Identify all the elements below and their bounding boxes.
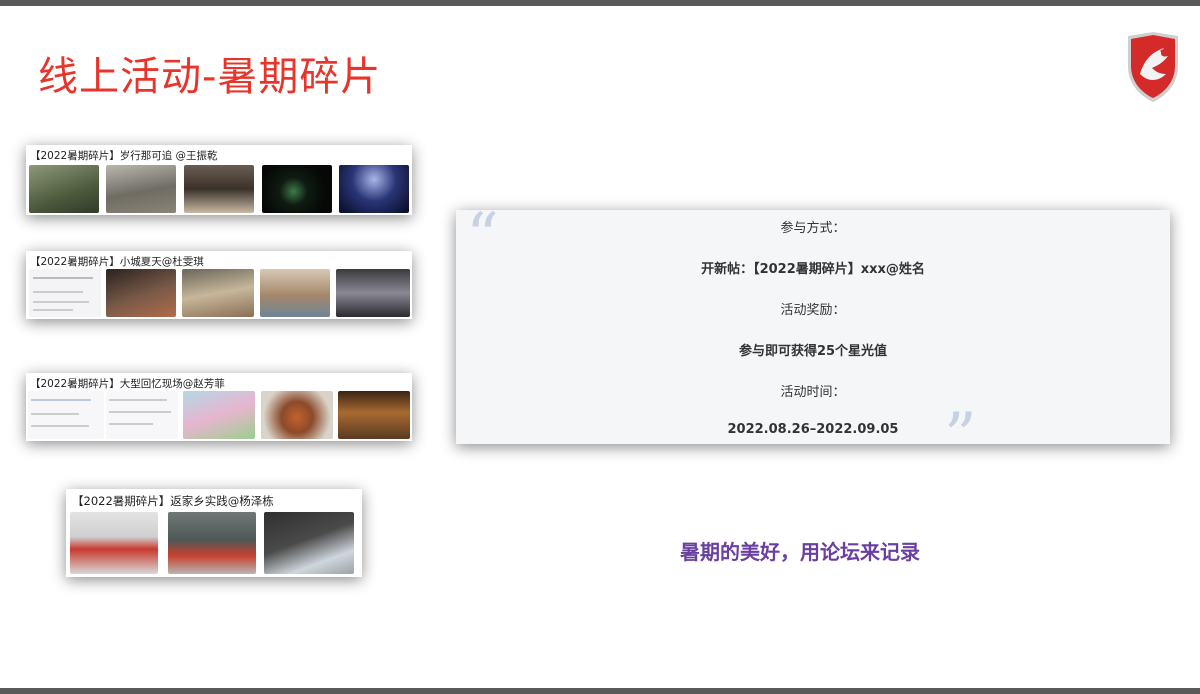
photo-thumbnail <box>183 391 255 439</box>
post-card-3[interactable]: 【2022暑期碎片】大型回忆现场@赵芳菲 <box>26 373 412 441</box>
participation-heading: 参与方式： <box>780 221 846 236</box>
photo-thumbnail <box>184 165 254 213</box>
close-quote-icon: ” <box>944 400 977 474</box>
dragon-shield-icon <box>1128 32 1178 102</box>
photo-thumbnail <box>336 269 410 317</box>
post-card-4[interactable]: 【2022暑期碎片】返家乡实践@杨泽栋 <box>66 489 362 577</box>
post-card-title: 【2022暑期碎片】岁行那可追 @王振乾 <box>30 150 218 162</box>
photo-thumbnail <box>70 512 158 574</box>
screenshot-thumbnail <box>28 391 104 439</box>
photo-thumbnail <box>261 391 333 439</box>
post-card-title: 【2022暑期碎片】小城夏天@杜雯琪 <box>30 256 204 268</box>
post-card-2[interactable]: 【2022暑期碎片】小城夏天@杜雯琪 <box>26 251 412 319</box>
photo-thumbnail <box>264 512 354 574</box>
post-card-1[interactable]: 【2022暑期碎片】岁行那可追 @王振乾 <box>26 145 412 215</box>
photo-thumbnail <box>338 391 410 439</box>
time-heading: 活动时间： <box>780 385 846 400</box>
photo-thumbnail <box>106 269 176 317</box>
post-card-title: 【2022暑期碎片】大型回忆现场@赵芳菲 <box>30 378 225 390</box>
screenshot-thumbnail <box>29 269 101 317</box>
activity-info-panel: “ ” 参与方式： 开新帖：【2022暑期碎片】xxx@姓名 活动奖励： 参与即… <box>456 200 1170 474</box>
photo-thumbnail <box>168 512 256 574</box>
slogan-text: 暑期的美好，用论坛来记录 <box>680 540 920 564</box>
participation-method: 开新帖：【2022暑期碎片】xxx@姓名 <box>701 262 925 277</box>
reward-detail: 参与即可获得25个星光值 <box>738 344 888 359</box>
time-range: 2022.08.26–2022.09.05 <box>727 422 899 437</box>
slide-title: 线上活动-暑期碎片 <box>38 54 382 100</box>
photo-thumbnail <box>339 165 409 213</box>
photo-thumbnail <box>106 165 176 213</box>
photo-thumbnail <box>29 165 99 213</box>
screenshot-thumbnail <box>106 391 178 439</box>
photo-thumbnail <box>260 269 330 317</box>
photo-thumbnail <box>262 165 332 213</box>
reward-heading: 活动奖励： <box>780 303 846 318</box>
post-card-title: 【2022暑期碎片】返家乡实践@杨泽栋 <box>72 494 274 508</box>
photo-thumbnail <box>182 269 254 317</box>
